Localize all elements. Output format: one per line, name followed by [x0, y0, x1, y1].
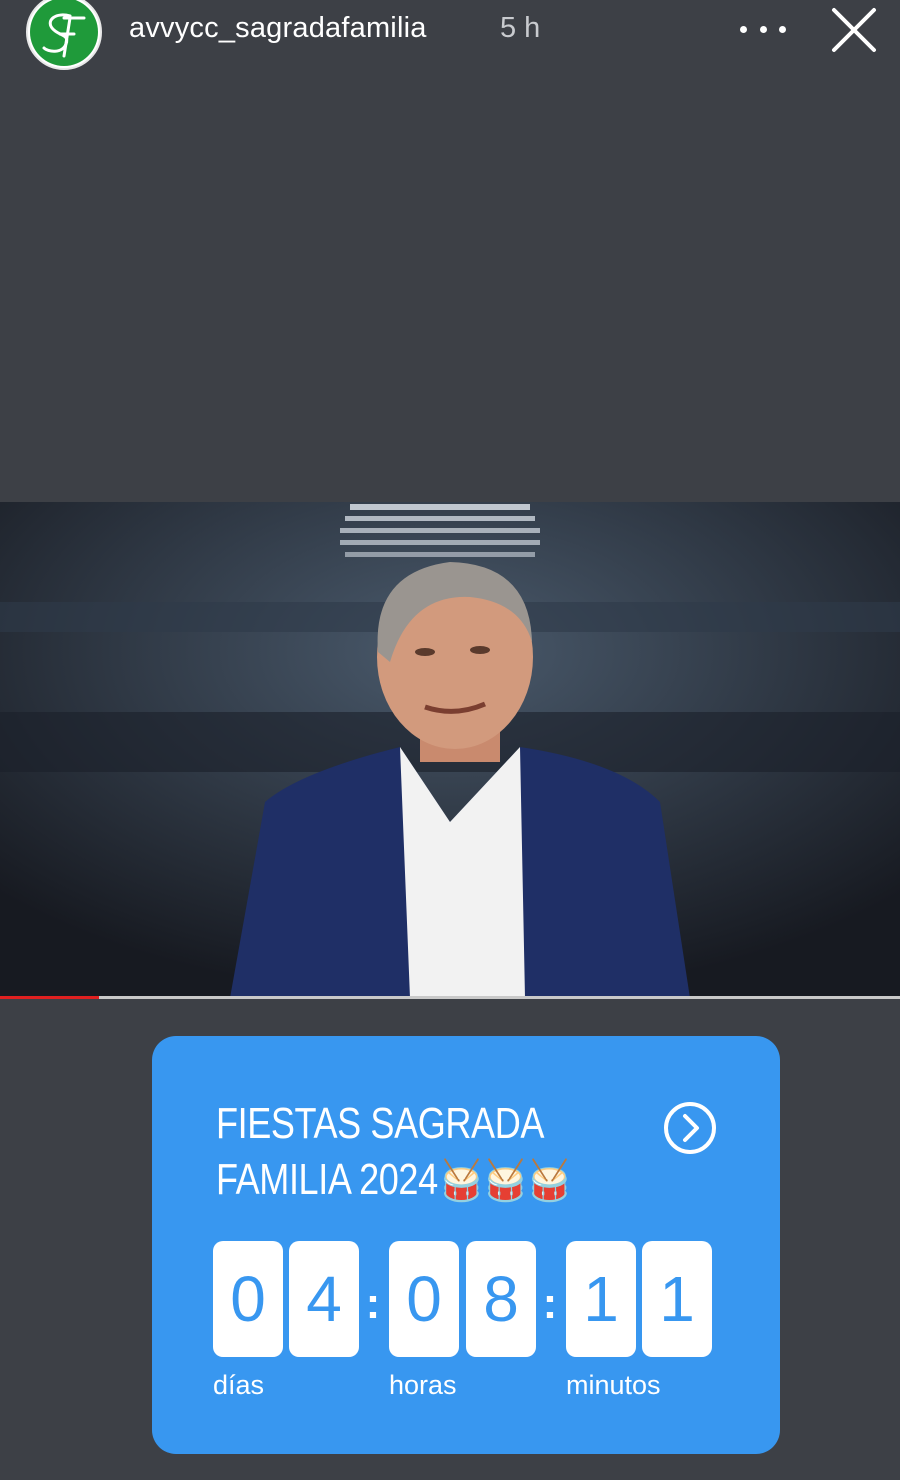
sf-logo [30, 0, 98, 66]
minutes-label: minutos [566, 1370, 661, 1400]
hours-label: horas [389, 1370, 457, 1400]
chevron-right-circle-icon[interactable] [662, 1100, 718, 1156]
video-frame[interactable] [0, 502, 900, 998]
hours-digit-1: 0 [389, 1241, 459, 1357]
title-line-1: FIESTAS SAGRADA [216, 1099, 544, 1148]
close-icon[interactable] [828, 4, 880, 56]
minutes-digit-1: 1 [566, 1241, 636, 1357]
story-header: avvycc_sagradafamilia 5 h [0, 0, 900, 70]
hours-digit-2: 8 [466, 1241, 536, 1357]
countdown-title: FIESTAS SAGRADA FAMILIA 2024🥁🥁🥁 [216, 1096, 570, 1209]
title-line-2: FAMILIA 2024🥁🥁🥁 [216, 1152, 570, 1209]
more-icon[interactable] [740, 14, 786, 44]
username[interactable]: avvycc_sagradafamilia [129, 12, 427, 45]
presenter-image [0, 502, 900, 998]
title-line-2-text: FAMILIA 2024 [216, 1155, 438, 1204]
separator-1: : [365, 1279, 381, 1328]
minutes-digit-2: 1 [642, 1241, 712, 1357]
drum-emoji: 🥁🥁🥁 [441, 1159, 574, 1203]
countdown-sticker[interactable]: FIESTAS SAGRADA FAMILIA 2024🥁🥁🥁 0 4 : 0 … [152, 1036, 780, 1454]
profile-avatar[interactable] [26, 0, 102, 70]
post-time: 5 h [500, 12, 541, 44]
video-progress-track[interactable] [0, 996, 900, 999]
video-progress-fill [0, 996, 99, 999]
days-digit-2: 4 [289, 1241, 359, 1357]
separator-2: : [542, 1279, 558, 1328]
days-label: días [213, 1370, 265, 1400]
days-digit-1: 0 [213, 1241, 283, 1357]
